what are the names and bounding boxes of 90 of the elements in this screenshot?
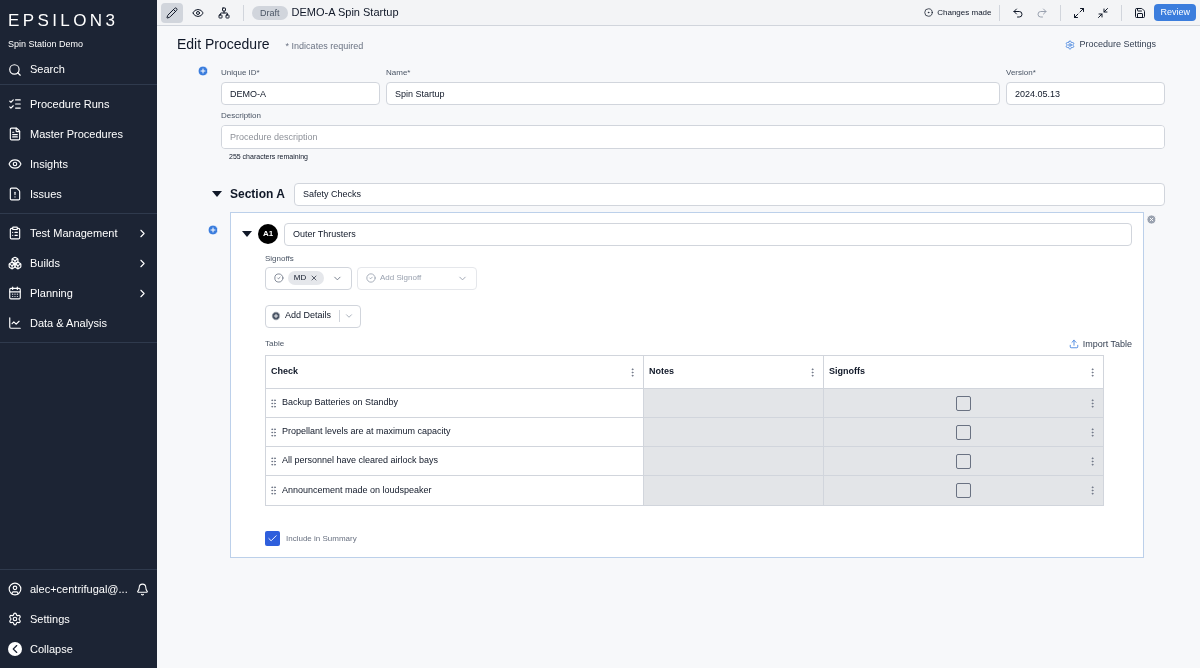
field-label: Version*: [1006, 67, 1037, 79]
workspace-name: Spin Station Demo: [8, 37, 85, 51]
checkbox-label: Include in Summary: [286, 532, 357, 545]
check-cell: Propellant levels are at maximum capacity: [282, 425, 451, 439]
caret-icon[interactable]: [212, 191, 222, 197]
nav-item[interactable]: Issues: [0, 179, 157, 209]
save-icon[interactable]: [1134, 6, 1147, 19]
drag-handle-icon[interactable]: [268, 397, 279, 409]
settings-icon: [8, 612, 22, 626]
expand-icon[interactable]: [1073, 6, 1086, 19]
step-name-field[interactable]: Outer Thrusters: [284, 222, 1132, 246]
drag-handle-icon[interactable]: [268, 455, 279, 467]
page-title: Edit Procedure: [177, 35, 270, 54]
document-icon: [8, 127, 22, 141]
check-circle-icon: [274, 273, 284, 283]
field-label: Unique ID*: [221, 67, 261, 79]
nav-item[interactable]: Insights: [0, 149, 157, 179]
field-label: Name*: [386, 67, 412, 79]
close-icon[interactable]: [1146, 213, 1157, 225]
nav-item[interactable]: Data & Analysis: [0, 308, 157, 338]
draft-badge: Draft: [252, 5, 288, 20]
search-button[interactable]: Search: [0, 55, 157, 85]
add-icon[interactable]: [197, 65, 209, 77]
text-field[interactable]: DEMO-A: [221, 82, 380, 105]
check-cell-text: Announcement made on loudspeaker: [282, 483, 432, 497]
text-field[interactable]: 2024.05.13: [1006, 82, 1165, 105]
remove-icon[interactable]: [310, 274, 319, 282]
calendar-icon: [8, 286, 22, 300]
column-header: Check: [271, 365, 299, 379]
hierarchy-icon: [218, 6, 230, 19]
clipboard-icon: [8, 226, 22, 240]
nav-item[interactable]: Test Management: [0, 218, 157, 248]
procedure-title: DEMO-A Spin Startup: [291, 5, 399, 21]
status-text: Changes made: [924, 6, 992, 19]
bell-icon[interactable]: [136, 582, 149, 596]
import-table-link[interactable]: Import Table: [1068, 337, 1132, 351]
add-details-button[interactable]: Add Details: [265, 304, 361, 328]
required-note: * Indicates required: [285, 39, 364, 53]
section-label: Section A: [230, 186, 286, 203]
check-icon: [267, 533, 278, 544]
checkbox[interactable]: [265, 531, 280, 546]
nav-item[interactable]: Procedure Runs: [0, 89, 157, 119]
pencil-icon: [166, 6, 178, 19]
upload-icon: [1068, 339, 1079, 350]
check-cell: Backup Batteries on Standby: [282, 396, 399, 410]
settings-button[interactable]: Settings: [0, 604, 157, 634]
drag-handle-icon[interactable]: [268, 485, 279, 496]
document-alert-icon: [8, 187, 22, 201]
chevron-left-icon: [8, 642, 22, 656]
eye-icon: [8, 157, 22, 171]
chevron-down-icon: [344, 311, 355, 321]
field-label: Description: [221, 110, 261, 122]
logo: EPSILON3: [8, 10, 120, 32]
text-field[interactable]: Spin Startup: [386, 82, 1000, 105]
signoffs-label: Signoffs: [265, 252, 294, 265]
line-chart-icon: [8, 316, 22, 330]
check-cell: All personnel have cleared airlock bays: [282, 454, 439, 468]
column-header: Notes: [649, 365, 675, 379]
check-circle-icon: [366, 273, 376, 283]
edit-mode-button[interactable]: [161, 2, 183, 23]
table-label: Table: [265, 338, 285, 351]
step-badge: A1: [258, 224, 278, 244]
user-account[interactable]: alec+centrifugal@...: [30, 580, 128, 598]
checklist-icon: [8, 97, 22, 111]
procedure-settings-link[interactable]: Procedure Settings: [1065, 37, 1156, 52]
collapse-icon[interactable]: [1097, 6, 1110, 19]
review-button[interactable]: Review: [1154, 4, 1196, 21]
add-icon[interactable]: [207, 223, 219, 236]
undo-icon[interactable]: [1012, 6, 1025, 19]
eye-icon: [192, 6, 204, 19]
checkbox[interactable]: [956, 395, 971, 411]
settings-icon: [1065, 39, 1076, 50]
search-icon: [8, 62, 22, 77]
caret-icon[interactable]: [242, 231, 252, 237]
user-icon: [8, 582, 22, 596]
boxes-icon: [8, 256, 22, 270]
plus-icon: [271, 311, 281, 321]
checkbox[interactable]: [956, 424, 971, 440]
nav-item[interactable]: Master Procedures: [0, 119, 157, 149]
collapse-button[interactable]: Collapse: [0, 634, 157, 664]
nav-item[interactable]: Planning: [0, 278, 157, 308]
status-dot-icon: [924, 8, 934, 17]
column-header: Signoffs: [829, 365, 866, 379]
description-field[interactable]: Procedure description: [221, 125, 1165, 149]
checkbox[interactable]: [956, 483, 971, 498]
section-name-field[interactable]: Safety Checks: [294, 182, 1165, 206]
nav-item[interactable]: Builds: [0, 248, 157, 278]
signoff-select[interactable]: MD: [265, 266, 352, 290]
checkbox[interactable]: [956, 453, 971, 469]
drag-handle-icon[interactable]: [268, 426, 279, 438]
